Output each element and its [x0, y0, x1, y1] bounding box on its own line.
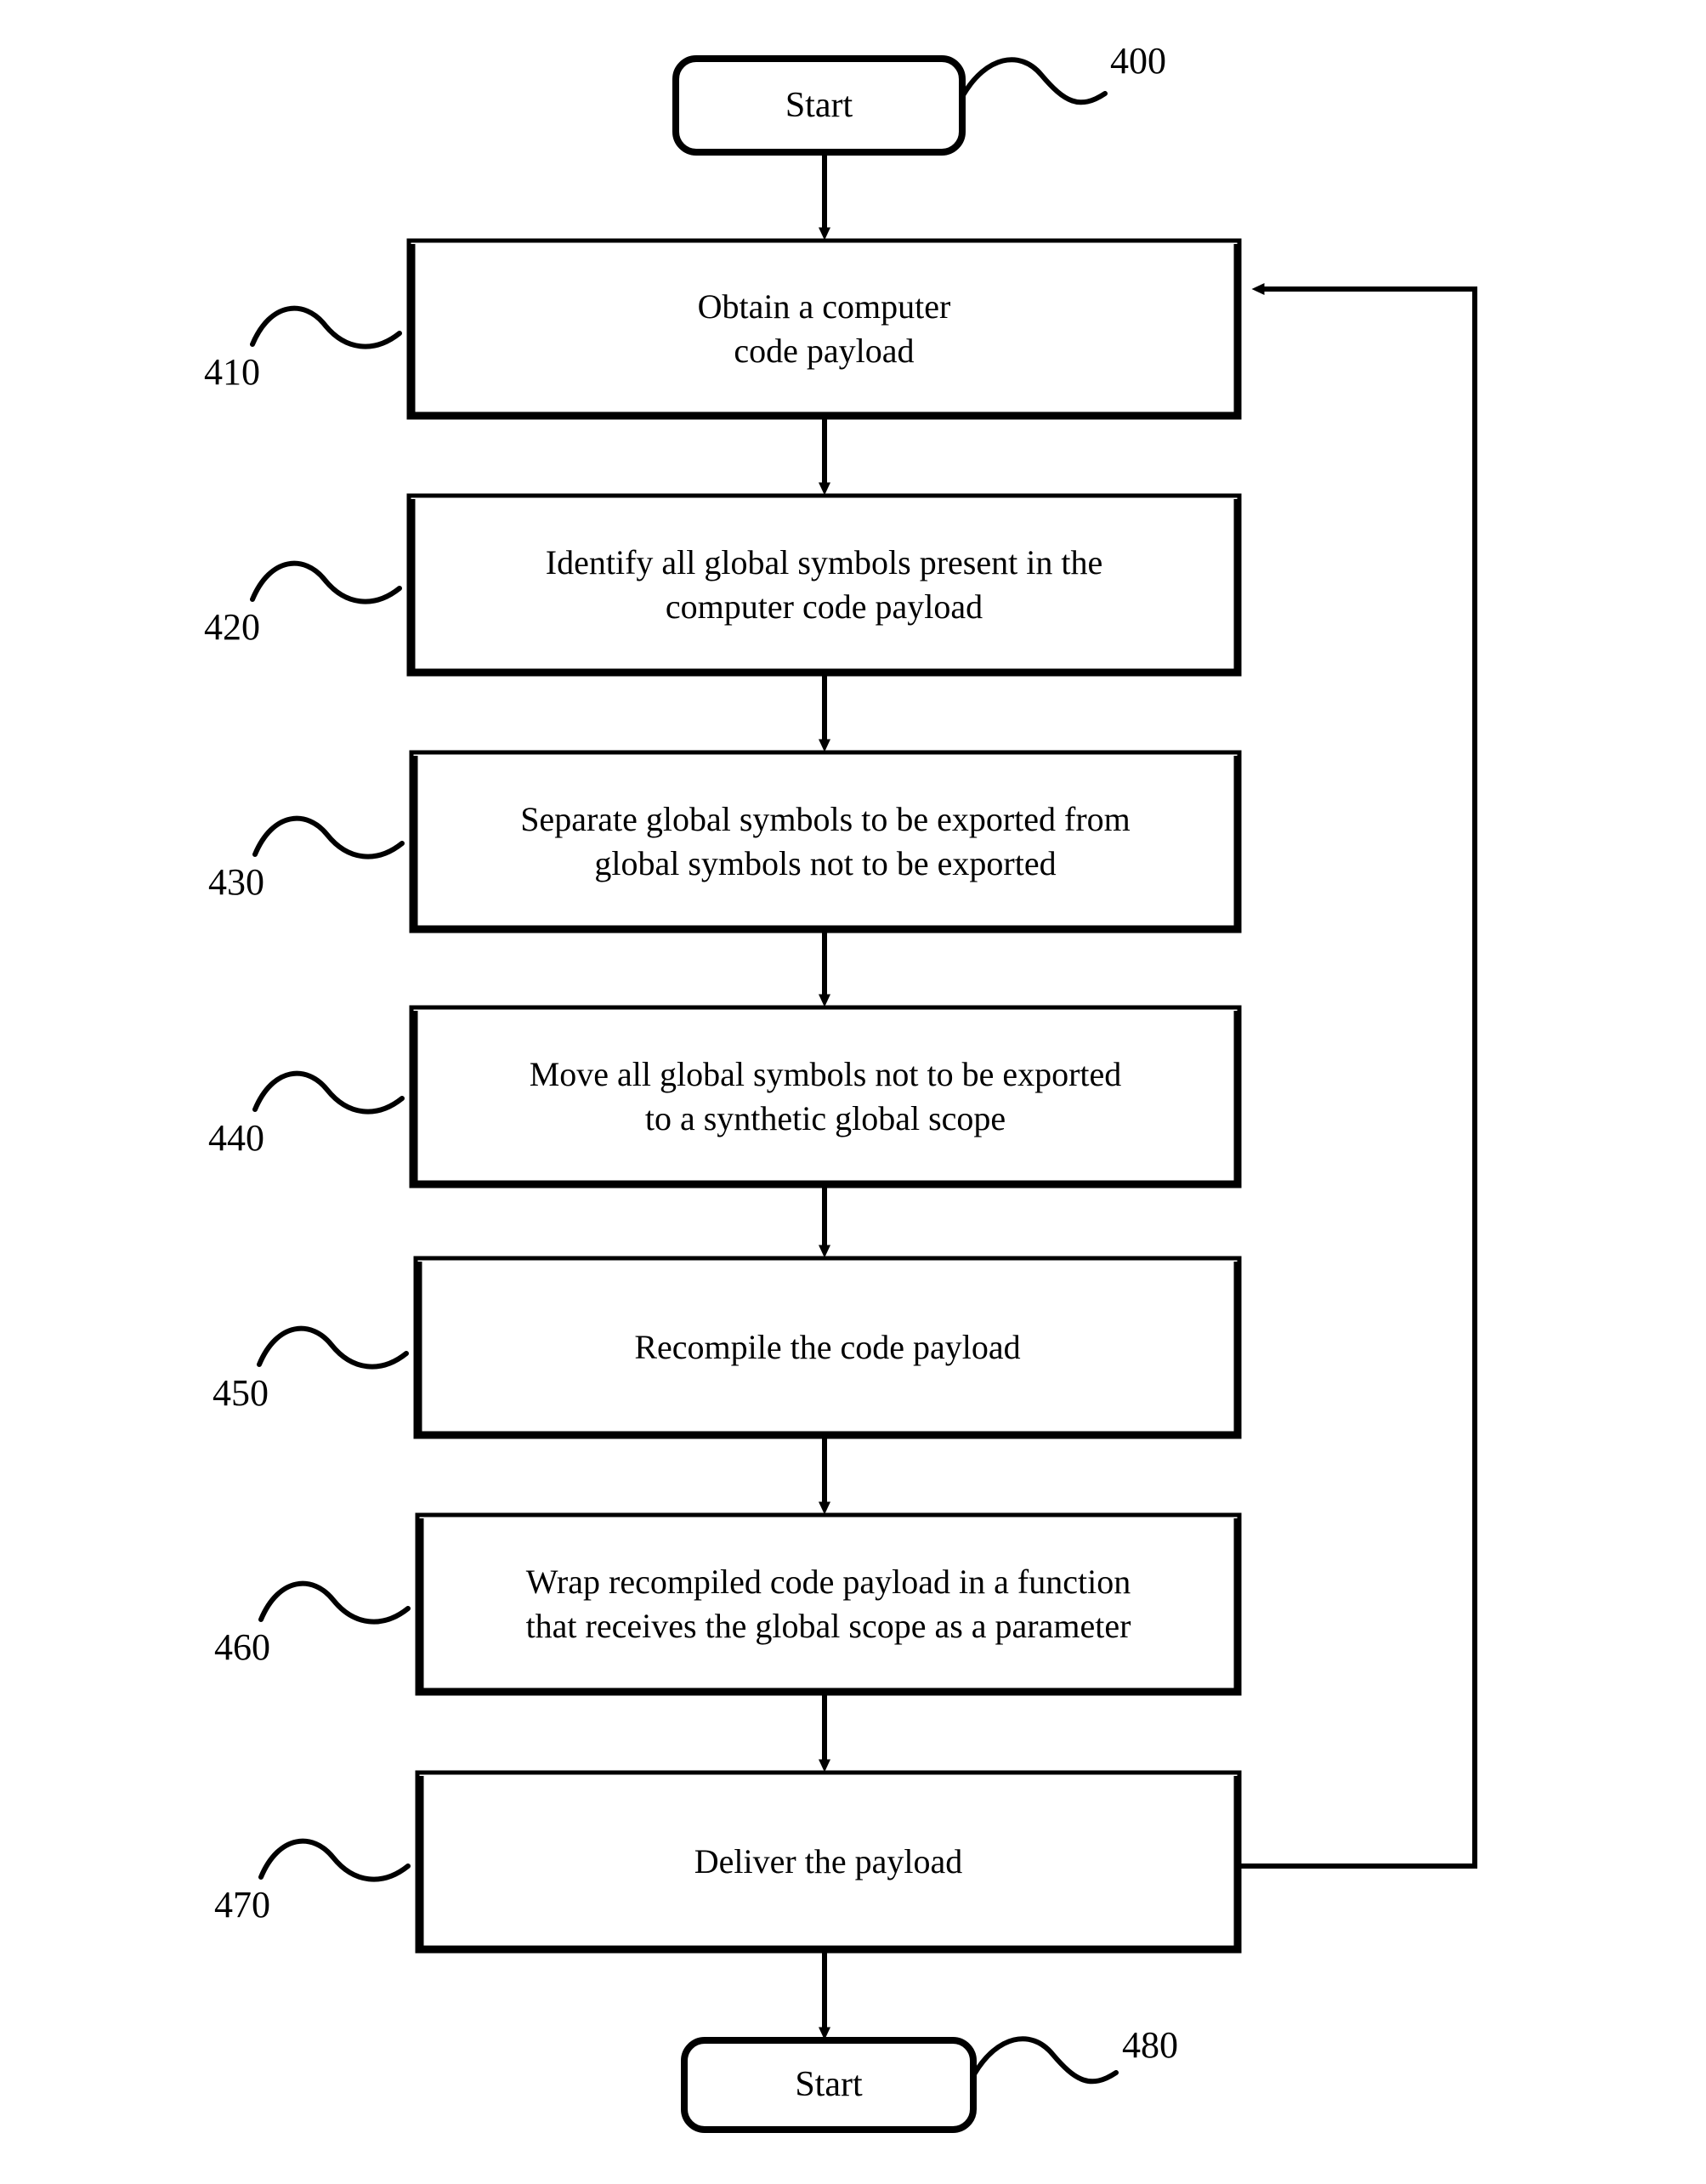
flowchart-canvas — [250, 55, 1477, 2133]
lead-line-400 — [961, 57, 1108, 105]
lead-line-460 — [258, 1580, 411, 1625]
connector-feedback-loop — [1239, 283, 1477, 1869]
ref-numeral-400: 400 — [1110, 40, 1166, 82]
step-460-shape — [415, 1512, 1242, 1696]
ref-numeral-480: 480 — [1122, 2024, 1178, 2066]
lead-line-410 — [250, 305, 402, 349]
step-430-shape — [409, 750, 1242, 933]
step-440-shape — [409, 1005, 1242, 1188]
start-bottom-shape — [681, 2037, 977, 2133]
ref-numeral-410: 410 — [204, 351, 260, 393]
lead-line-450 — [257, 1325, 409, 1370]
ref-numeral-420: 420 — [204, 606, 260, 648]
lead-line-480 — [972, 2036, 1119, 2085]
step-420-shape — [406, 493, 1242, 677]
ref-numeral-440: 440 — [208, 1117, 264, 1159]
patent-figure: Start Obtain a computer code payload Ide… — [0, 0, 1706, 2184]
lead-line-470 — [258, 1838, 411, 1882]
ref-numeral-460: 460 — [214, 1626, 270, 1668]
ref-numeral-450: 450 — [213, 1372, 269, 1414]
start-top-shape — [672, 55, 966, 156]
ref-numeral-470: 470 — [214, 1884, 270, 1926]
ref-numeral-430: 430 — [208, 861, 264, 903]
step-470-shape — [415, 1770, 1242, 1954]
step-450-shape — [413, 1256, 1242, 1439]
lead-line-420 — [250, 560, 402, 604]
lead-line-440 — [252, 1070, 405, 1115]
lead-line-430 — [252, 815, 405, 859]
step-410-shape — [406, 238, 1242, 420]
